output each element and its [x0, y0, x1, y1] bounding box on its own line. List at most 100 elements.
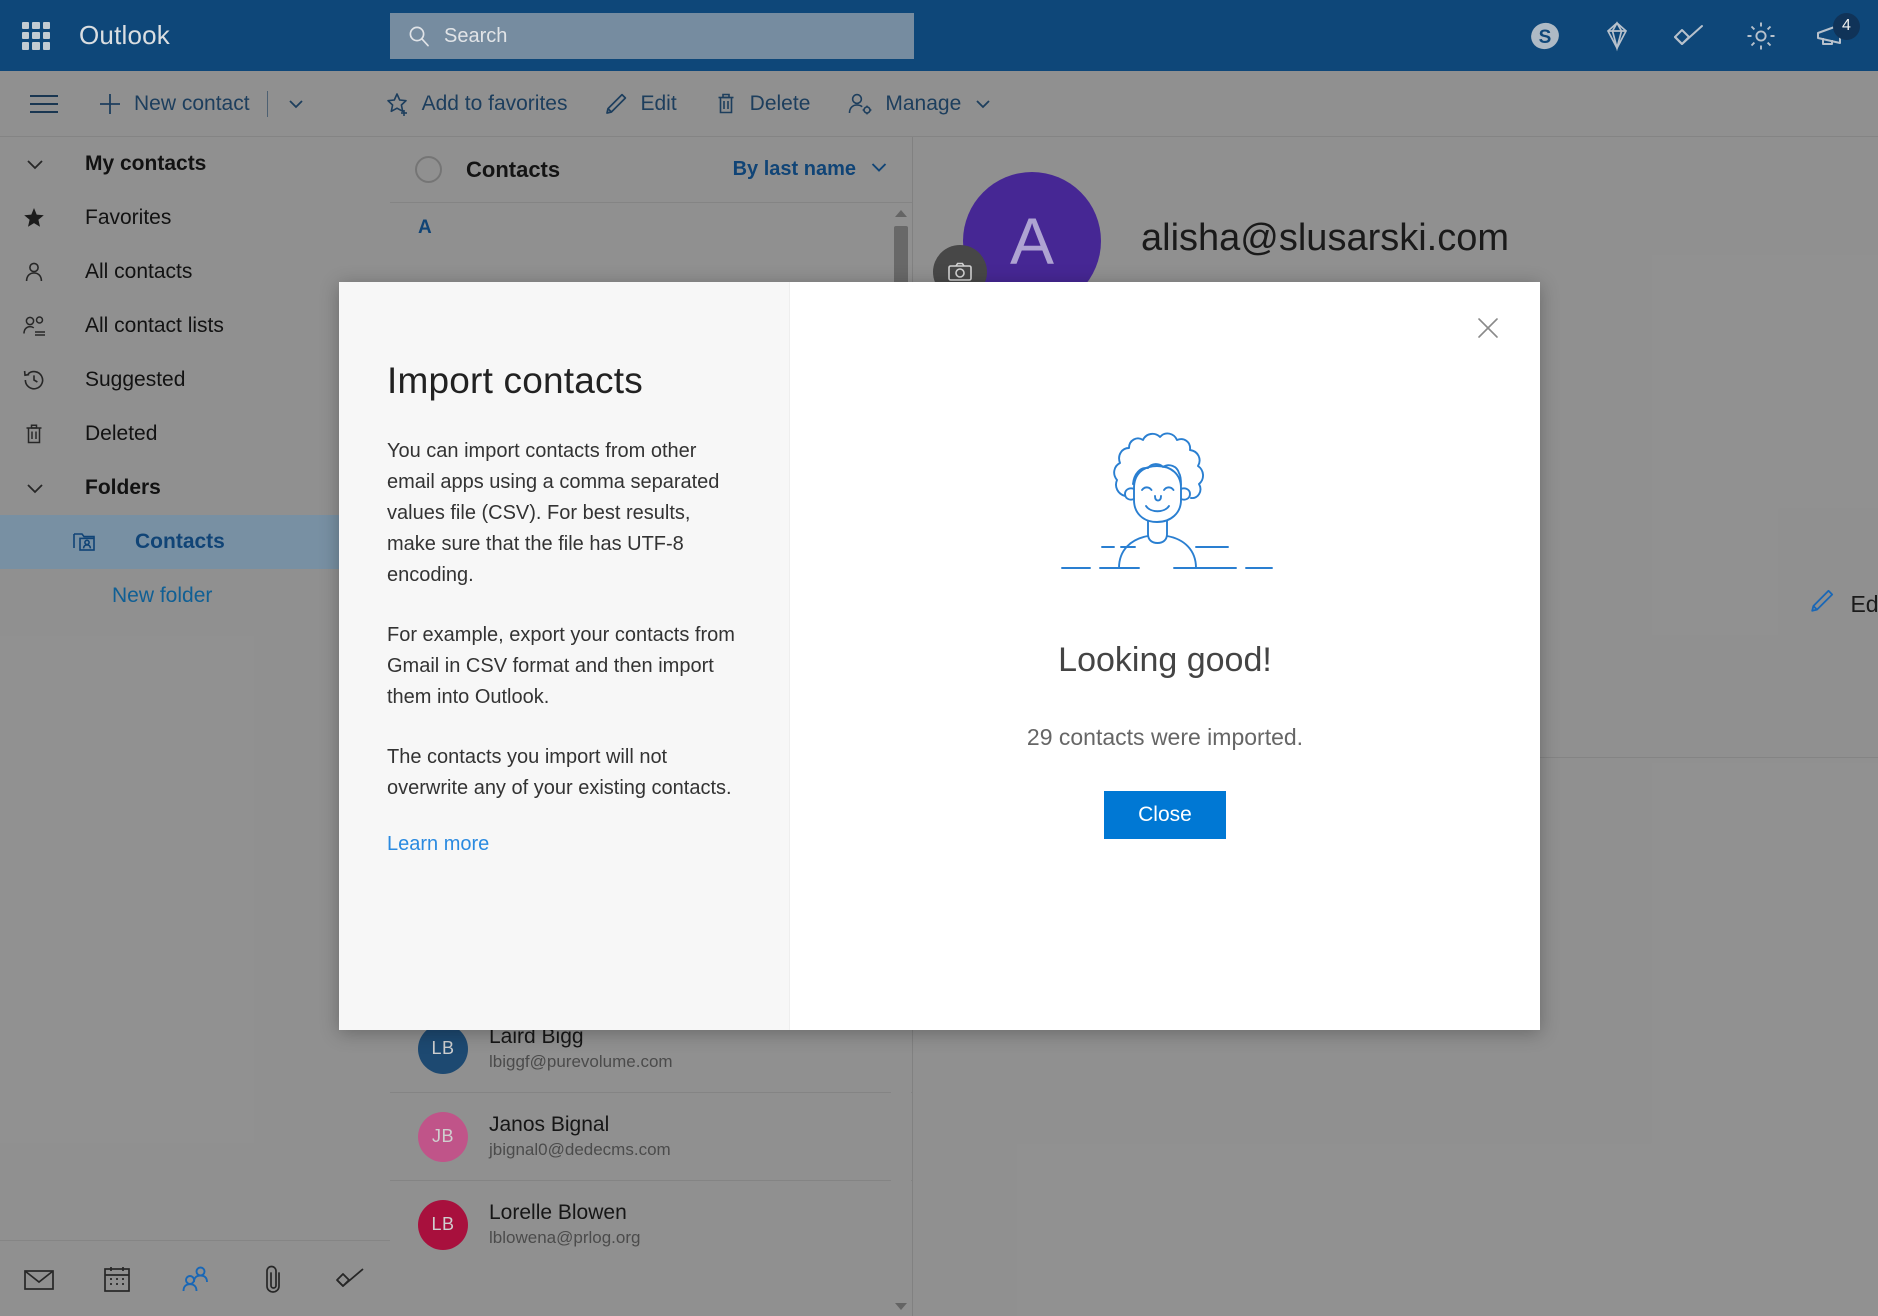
delete-button[interactable]: Delete — [704, 71, 820, 137]
pencil-icon — [603, 91, 629, 117]
gear-icon[interactable] — [1738, 13, 1784, 59]
person-smiling-illustration — [1022, 410, 1308, 587]
people-list-icon — [22, 313, 62, 339]
caret-down-icon[interactable] — [891, 1296, 911, 1316]
todo-icon[interactable] — [1666, 13, 1712, 59]
files-icon[interactable] — [234, 1264, 312, 1294]
bottom-nav — [0, 1240, 390, 1316]
caret-up-icon[interactable] — [891, 204, 911, 224]
edit-contact-label: Edit c — [1850, 590, 1878, 617]
contact-email: lblowena@prlog.org — [489, 1227, 641, 1247]
sidebar-item-all-contact-lists[interactable]: All contact lists — [0, 299, 390, 353]
trash-icon — [22, 421, 62, 447]
command-bar: New contact Add to favorites Edit Delete… — [0, 71, 1878, 137]
contact-rows: LB Laird Bigg lbiggf@purevolume.com JB J… — [390, 1004, 912, 1316]
add-to-favorites-label: Add to favorites — [421, 91, 568, 115]
sidebar-label: Contacts — [135, 530, 225, 553]
contact-email: lbiggf@purevolume.com — [489, 1051, 673, 1071]
learn-more-link[interactable]: Learn more — [387, 833, 489, 855]
sidebar-label: My contacts — [85, 152, 207, 175]
plus-icon — [97, 91, 123, 117]
manage-label: Manage — [885, 91, 962, 115]
mail-icon[interactable] — [0, 1266, 78, 1292]
diamond-icon[interactable] — [1594, 13, 1640, 59]
brand-title: Outlook — [79, 20, 171, 50]
sidebar-item-all-contacts[interactable]: All contacts — [0, 245, 390, 299]
sidebar-item-my-contacts[interactable]: My contacts — [0, 137, 390, 191]
megaphone-icon[interactable]: 4 — [1810, 12, 1860, 59]
chevron-down-icon — [868, 156, 890, 184]
edit-button[interactable]: Edit — [594, 71, 685, 137]
notification-badge: 4 — [1833, 12, 1860, 40]
sidebar-item-deleted[interactable]: Deleted — [0, 407, 390, 461]
calendar-icon[interactable] — [78, 1265, 156, 1293]
dialog-title: Import contacts — [387, 360, 643, 401]
sidebar-label: All contact lists — [85, 314, 224, 337]
chevron-down-icon — [22, 151, 62, 177]
chevron-down-icon — [22, 475, 62, 501]
chevron-down-icon[interactable] — [285, 93, 307, 115]
star-add-icon — [385, 91, 411, 117]
contact-list-title: Contacts — [466, 156, 561, 182]
dialog-paragraph: For example, export your contacts from G… — [387, 624, 735, 708]
edit-contact-button[interactable]: Edit c — [1808, 587, 1878, 621]
add-to-favorites-button[interactable]: Add to favorites — [376, 71, 577, 137]
import-dialog-result-panel: Looking good! 29 contacts were imported.… — [790, 282, 1540, 1030]
close-icon[interactable] — [1464, 304, 1512, 352]
contact-list-header: Contacts By last name — [390, 137, 912, 203]
list-item[interactable]: LB Lorelle Blowen lblowena@prlog.org — [390, 1180, 912, 1268]
contact-email: alisha@slusarski.com — [1141, 217, 1510, 259]
outlook-people-app: Outlook Search S 4 New contact Add to fa… — [0, 0, 1878, 1316]
contact-actions-group: Add to favorites Edit Delete Manage — [376, 71, 1004, 137]
dialog-paragraph: The contacts you import will not overwri… — [387, 746, 732, 799]
sidebar-item-favorites[interactable]: Favorites — [0, 191, 390, 245]
sidebar-item-contacts[interactable]: Contacts — [0, 515, 390, 569]
people-icon[interactable] — [156, 1265, 234, 1293]
import-contacts-dialog: Import contacts You can import contacts … — [339, 282, 1540, 1030]
top-bar: Outlook Search S 4 — [0, 0, 1878, 71]
sidebar-label: Suggested — [85, 368, 186, 391]
list-item[interactable]: JB Janos Bignal jbignal0@dedecms.com — [390, 1092, 912, 1180]
import-dialog-info-panel: Import contacts You can import contacts … — [339, 282, 790, 1030]
sort-dropdown[interactable]: By last name — [733, 156, 890, 184]
new-contact-button[interactable]: New contact — [88, 71, 316, 137]
todo-icon[interactable] — [312, 1265, 390, 1293]
sort-label: By last name — [732, 158, 856, 180]
selection-circle-icon[interactable] — [415, 156, 442, 183]
person-icon — [22, 259, 62, 285]
sidebar-item-new-folder[interactable]: New folder — [0, 569, 390, 623]
sidebar-label: Favorites — [85, 206, 172, 229]
top-bar-icons: S 4 — [1522, 0, 1860, 71]
sidebar-item-folders[interactable]: Folders — [0, 461, 390, 515]
search-input[interactable]: Search — [390, 13, 914, 59]
contacts-folder-icon — [72, 529, 112, 555]
skype-icon[interactable]: S — [1522, 13, 1568, 59]
contact-name: Janos Bignal — [489, 1112, 610, 1136]
hamburger-menu-icon[interactable] — [22, 82, 66, 126]
trash-icon — [713, 91, 739, 117]
sidebar-label: All contacts — [85, 260, 193, 283]
toolbar-divider — [266, 90, 268, 117]
contact-email: jbignal0@dedecms.com — [489, 1139, 671, 1159]
app-launcher-icon[interactable] — [22, 21, 50, 50]
search-placeholder: Search — [444, 24, 508, 47]
avatar: JB — [418, 1111, 468, 1162]
avatar: LB — [418, 1199, 468, 1250]
manage-button[interactable]: Manage — [837, 71, 1003, 137]
svg-text:S: S — [1539, 27, 1552, 48]
close-button[interactable]: Close — [1104, 791, 1226, 839]
contact-name: Lorelle Blowen — [489, 1200, 627, 1224]
star-icon — [22, 205, 62, 231]
result-subline: 29 contacts were imported. — [1026, 724, 1304, 750]
chevron-down-icon[interactable] — [972, 93, 994, 115]
sidebar-item-suggested[interactable]: Suggested — [0, 353, 390, 407]
delete-label: Delete — [749, 91, 811, 115]
dialog-paragraph: You can import contacts from other email… — [387, 440, 720, 586]
sidebar-label: New folder — [112, 584, 213, 607]
search-icon — [408, 25, 430, 47]
sidebar-label: Folders — [85, 476, 161, 499]
alpha-group-header: A — [418, 217, 432, 238]
new-contact-label: New contact — [134, 91, 250, 115]
sidebar-label: Deleted — [85, 422, 158, 445]
edit-label: Edit — [640, 91, 677, 115]
